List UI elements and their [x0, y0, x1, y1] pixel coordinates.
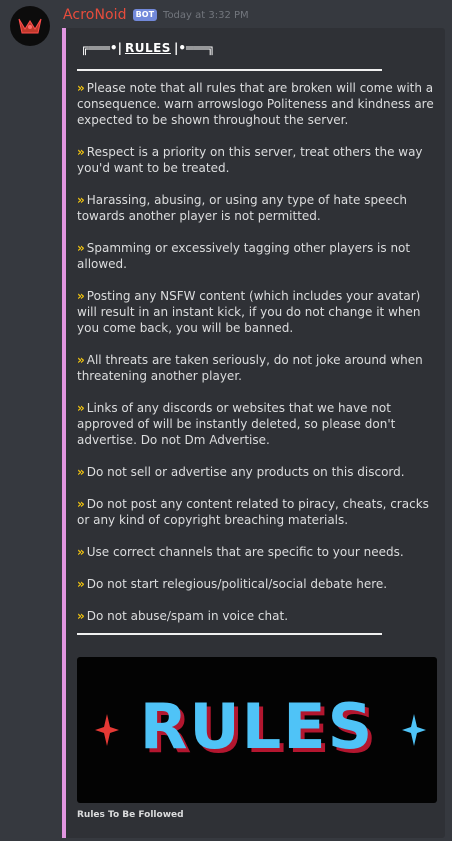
user-avatar[interactable]: [10, 6, 50, 46]
title-left-decoration: ╔═══•|: [81, 41, 122, 55]
rules-banner-graphic: RULES RULES: [95, 690, 426, 767]
rule-text: Do not start relegious/political/social …: [86, 577, 388, 591]
title-right-decoration: |•═══╗: [173, 41, 215, 55]
image-caption: Rules To Be Followed: [77, 810, 184, 820]
rule-item: » All threats are taken seriously, do not…: [77, 352, 439, 384]
message-header: AcroNoid BOT Today at 3:32 PM: [63, 6, 249, 24]
divider-bottom: [77, 633, 382, 635]
double-chevron-right-icon: »: [77, 241, 85, 255]
double-chevron-right-icon: »: [77, 577, 85, 591]
double-chevron-right-icon: »: [77, 289, 85, 303]
rule-text: Posting any NSFW content (which includes…: [77, 289, 421, 335]
rule-text: Harassing, abusing, or using any type of…: [77, 193, 408, 223]
left-sparkle-icon: [95, 714, 119, 746]
double-chevron-right-icon: »: [77, 401, 85, 415]
double-chevron-right-icon: »: [77, 81, 85, 95]
title-word: RULES: [124, 41, 171, 55]
double-chevron-right-icon: »: [77, 353, 85, 367]
embed-title: ╔═══•| RULES |•═══╗: [81, 41, 215, 55]
username[interactable]: AcroNoid: [63, 7, 127, 23]
rule-text: Please note that all rules that are brok…: [77, 81, 434, 127]
double-chevron-right-icon: »: [77, 465, 85, 479]
rule-item: » Links of any discords or websites that …: [77, 400, 439, 448]
rule-item: » Do not post any content related to pira…: [77, 496, 439, 528]
double-chevron-right-icon: »: [77, 545, 85, 559]
rule-text: All threats are taken seriously, do not …: [77, 353, 423, 383]
rules-banner-image[interactable]: RULES RULES: [77, 657, 437, 803]
rule-text: Do not abuse/spam in voice chat.: [86, 609, 289, 623]
banner-text: RULES: [140, 690, 375, 763]
crown-logo-icon: [18, 18, 42, 34]
rule-item: » Posting any NSFW content (which include…: [77, 288, 439, 336]
rule-item: » Do not abuse/spam in voice chat.: [77, 608, 439, 624]
double-chevron-right-icon: »: [77, 609, 85, 623]
rule-item: » Please note that all rules that are bro…: [77, 80, 439, 128]
rule-text: Respect is a priority on this server, tr…: [77, 145, 423, 175]
rule-text: Links of any discords or websites that w…: [77, 401, 396, 447]
rule-item: » Harassing, abusing, or using any type o…: [77, 192, 439, 224]
rule-text: Do not sell or advertise any products on…: [86, 465, 405, 479]
rule-item: » Do not start relegious/political/social…: [77, 576, 439, 592]
rule-text: Spamming or excessively tagging other pl…: [77, 241, 411, 271]
double-chevron-right-icon: »: [77, 193, 85, 207]
divider-top: [77, 69, 382, 71]
message-timestamp[interactable]: Today at 3:32 PM: [163, 10, 249, 21]
rule-item: » Spamming or excessively tagging other p…: [77, 240, 439, 272]
rule-text: Do not post any content related to pirac…: [77, 497, 429, 527]
rule-text: Use correct channels that are specific t…: [86, 545, 404, 559]
right-sparkle-icon: [402, 714, 426, 746]
rule-item: » Do not sell or advertise any products o…: [77, 464, 439, 480]
rule-item: » Use correct channels that are specific …: [77, 544, 439, 560]
rule-item: » Respect is a priority on this server, t…: [77, 144, 439, 176]
rules-list: » Please note that all rules that are bro…: [77, 80, 439, 640]
rules-embed: ╔═══•| RULES |•═══╗ » Please note that al…: [62, 28, 445, 838]
double-chevron-right-icon: »: [77, 497, 85, 511]
double-chevron-right-icon: »: [77, 145, 85, 159]
bot-badge: BOT: [132, 9, 158, 21]
